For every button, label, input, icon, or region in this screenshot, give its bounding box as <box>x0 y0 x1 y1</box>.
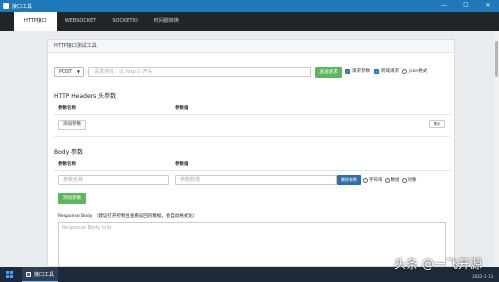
app-icon <box>3 3 9 9</box>
tab-http[interactable]: HTTP接口 <box>14 12 57 31</box>
type-string-label: 字符串 <box>369 178 383 183</box>
tab-socketio[interactable]: SOCKETIO <box>104 12 146 31</box>
maximize-icon[interactable]: ☐ <box>455 0 477 12</box>
type-object-label: 对象 <box>407 178 417 183</box>
send-request-button[interactable]: 发送请求 <box>315 67 342 78</box>
http-tool-card: HTTP接口测试工具 POST ▼ 请求地址，以 http:// 开头 发送请求… <box>47 39 455 267</box>
divider <box>54 170 450 171</box>
request-options: ✓ 请求参数 ✓ 跨域请求 json格式 <box>345 68 427 74</box>
minimize-icon[interactable]: — <box>433 0 455 12</box>
headers-section-title: HTTP Headers 头参数 <box>54 93 117 100</box>
window-title: 接口工具 <box>12 3 33 10</box>
card-header: HTTP接口测试工具 <box>48 40 454 53</box>
type-array-radio[interactable] <box>384 177 390 183</box>
divider <box>54 136 450 137</box>
scrollbar-thumb[interactable] <box>495 41 498 77</box>
watermark: 头条 @一飞开源 <box>394 257 482 271</box>
body-param-value-input[interactable]: 参数数值 <box>175 175 337 185</box>
type-array-label: 数组 <box>390 178 400 183</box>
type-string-radio[interactable] <box>363 177 368 183</box>
cors-label: 跨域请求 <box>381 69 399 74</box>
headers-add-button[interactable]: 添加参数 <box>58 120 86 130</box>
headers-col-value: 参数值 <box>175 106 189 111</box>
chevron-down-icon: ▼ <box>76 69 80 74</box>
headers-col-name: 参数名称 <box>58 106 76 111</box>
cors-checkbox[interactable]: ✓ <box>374 68 379 74</box>
body-type-options: 字符串 数组 对象 <box>363 177 417 183</box>
body-param-name-input[interactable]: 参数名称 <box>58 175 169 185</box>
response-body-textarea[interactable]: Response Body Info <box>58 222 446 266</box>
body-col-name: 参数名称 <box>58 162 76 167</box>
response-label: Response Body （建议打开控制台查看返回的数据，会自动格式化） <box>58 214 198 219</box>
body-col-value: 参数值 <box>175 162 189 167</box>
app-icon <box>26 271 31 277</box>
window-controls: — ☐ ✕ <box>433 0 499 12</box>
method-value: POST <box>59 69 73 75</box>
window-titlebar: 接口工具 — ☐ ✕ <box>0 0 499 12</box>
tab-timestamp[interactable]: 时间戳转换 <box>146 12 187 31</box>
taskbar-date: 2022-1-13 <box>472 274 493 279</box>
tab-websocket[interactable]: WEBSOCKET <box>57 12 105 31</box>
delete-param-button[interactable]: 删除参数 <box>337 175 361 185</box>
body-add-button[interactable]: 添加参数 <box>58 193 86 204</box>
divider <box>54 114 450 115</box>
headers-tip-button[interactable]: 提示 <box>429 120 445 128</box>
json-radio[interactable] <box>402 68 407 74</box>
request-params-checkbox[interactable]: ✓ <box>345 68 350 74</box>
request-params-label: 请求参数 <box>352 69 370 74</box>
taskbar-app-label: 接口工具 <box>34 271 55 278</box>
body-section-title: Body 参数 <box>54 149 84 156</box>
tab-bar: HTTP接口 WEBSOCKET SOCKETIO 时间戳转换 <box>0 12 499 31</box>
json-label: json格式 <box>409 69 428 74</box>
type-object-radio[interactable] <box>401 177 407 183</box>
windows-start-icon[interactable] <box>6 271 13 278</box>
method-select[interactable]: POST ▼ <box>54 67 84 77</box>
url-input[interactable]: 请求地址，以 http:// 开头 <box>88 67 311 77</box>
close-icon[interactable]: ✕ <box>477 0 499 12</box>
taskbar-app-button[interactable]: 接口工具 <box>22 267 59 282</box>
